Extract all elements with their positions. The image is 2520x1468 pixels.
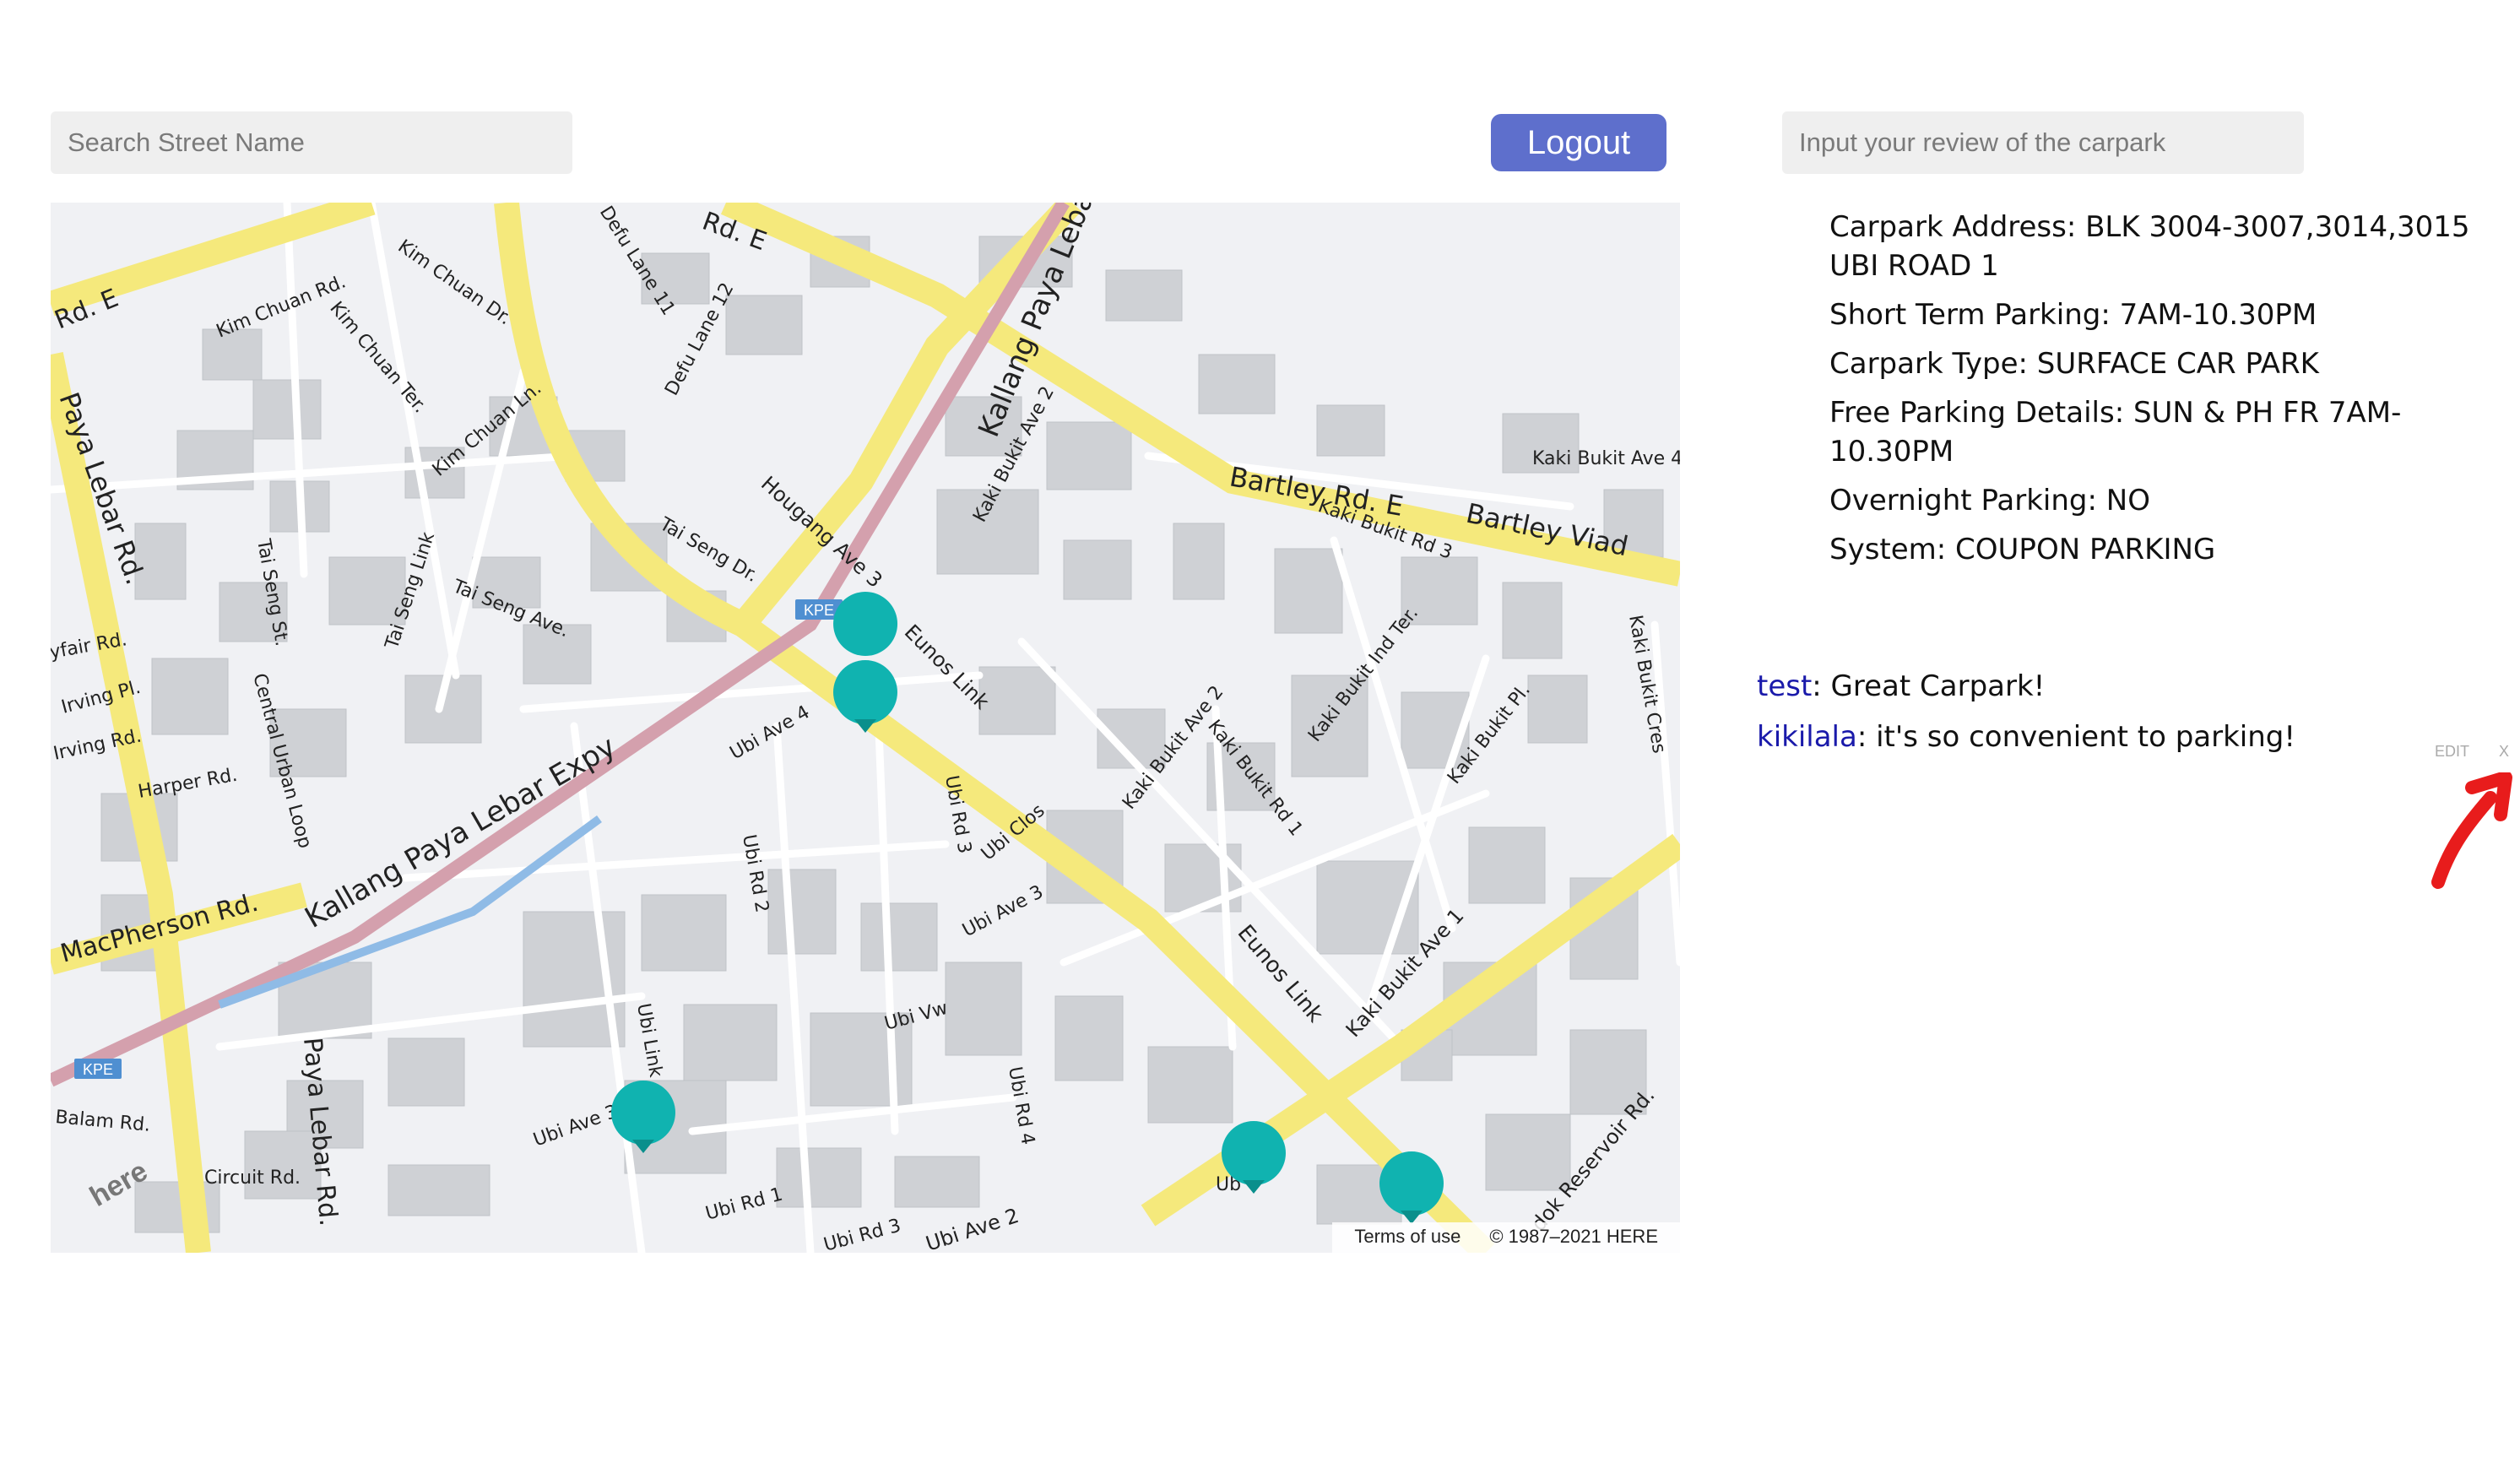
carpark-info: Carpark Address: BLK 3004-3007,3014,3015… xyxy=(1829,208,2496,579)
parking-system: System: COUPON PARKING xyxy=(1829,533,2216,566)
review-list: test: Great Carpark! kikilala: it's so c… xyxy=(1757,665,2483,767)
edit-review-button[interactable]: EDIT xyxy=(2435,743,2469,761)
overnight-parking: Overnight Parking: NO xyxy=(1829,484,2150,517)
short-term-parking: Short Term Parking: 7AM-10.30PM xyxy=(1829,298,2317,332)
logout-button[interactable]: Logout xyxy=(1491,114,1666,171)
free-parking-details: Free Parking Details: SUN & PH FR 7AM-10… xyxy=(1829,396,2402,469)
delete-review-button[interactable]: X xyxy=(2499,743,2509,761)
map-attribution: Terms of use © 1987–2021 HERE xyxy=(1332,1222,1680,1253)
review-username: kikilala xyxy=(1757,720,1857,754)
carpark-type: Carpark Type: SURFACE CAR PARK xyxy=(1829,347,2319,381)
search-input[interactable] xyxy=(51,111,572,174)
review-input[interactable] xyxy=(1782,111,2304,174)
map-label-circuit-rd: Circuit Rd. xyxy=(204,1167,301,1189)
kpe-badge-left: KPE xyxy=(74,1059,122,1079)
map-label-kaki-bukit-ave4: Kaki Bukit Ave 4 xyxy=(1532,448,1680,469)
review-text: : it's so convenient to parking! xyxy=(1856,720,2295,754)
carpark-address: Carpark Address: BLK 3004-3007,3014,3015… xyxy=(1829,210,2470,283)
map[interactable]: Rd. E Rd. E Kim Chuan Dr. Kim Chuan Rd. … xyxy=(51,203,1680,1253)
svg-text:KPE: KPE xyxy=(83,1061,113,1078)
review-username: test xyxy=(1757,669,1813,703)
map-copyright: © 1987–2021 HERE xyxy=(1489,1226,1658,1247)
svg-text:KPE: KPE xyxy=(804,602,834,619)
review-item: test: Great Carpark! xyxy=(1757,665,2483,716)
red-arrow-annotation xyxy=(2431,772,2512,889)
terms-of-use-link[interactable]: Terms of use xyxy=(1354,1226,1461,1248)
review-item: kikilala: it's so convenient to parking! xyxy=(1757,716,2483,767)
review-text: : Great Carpark! xyxy=(1812,669,2046,703)
